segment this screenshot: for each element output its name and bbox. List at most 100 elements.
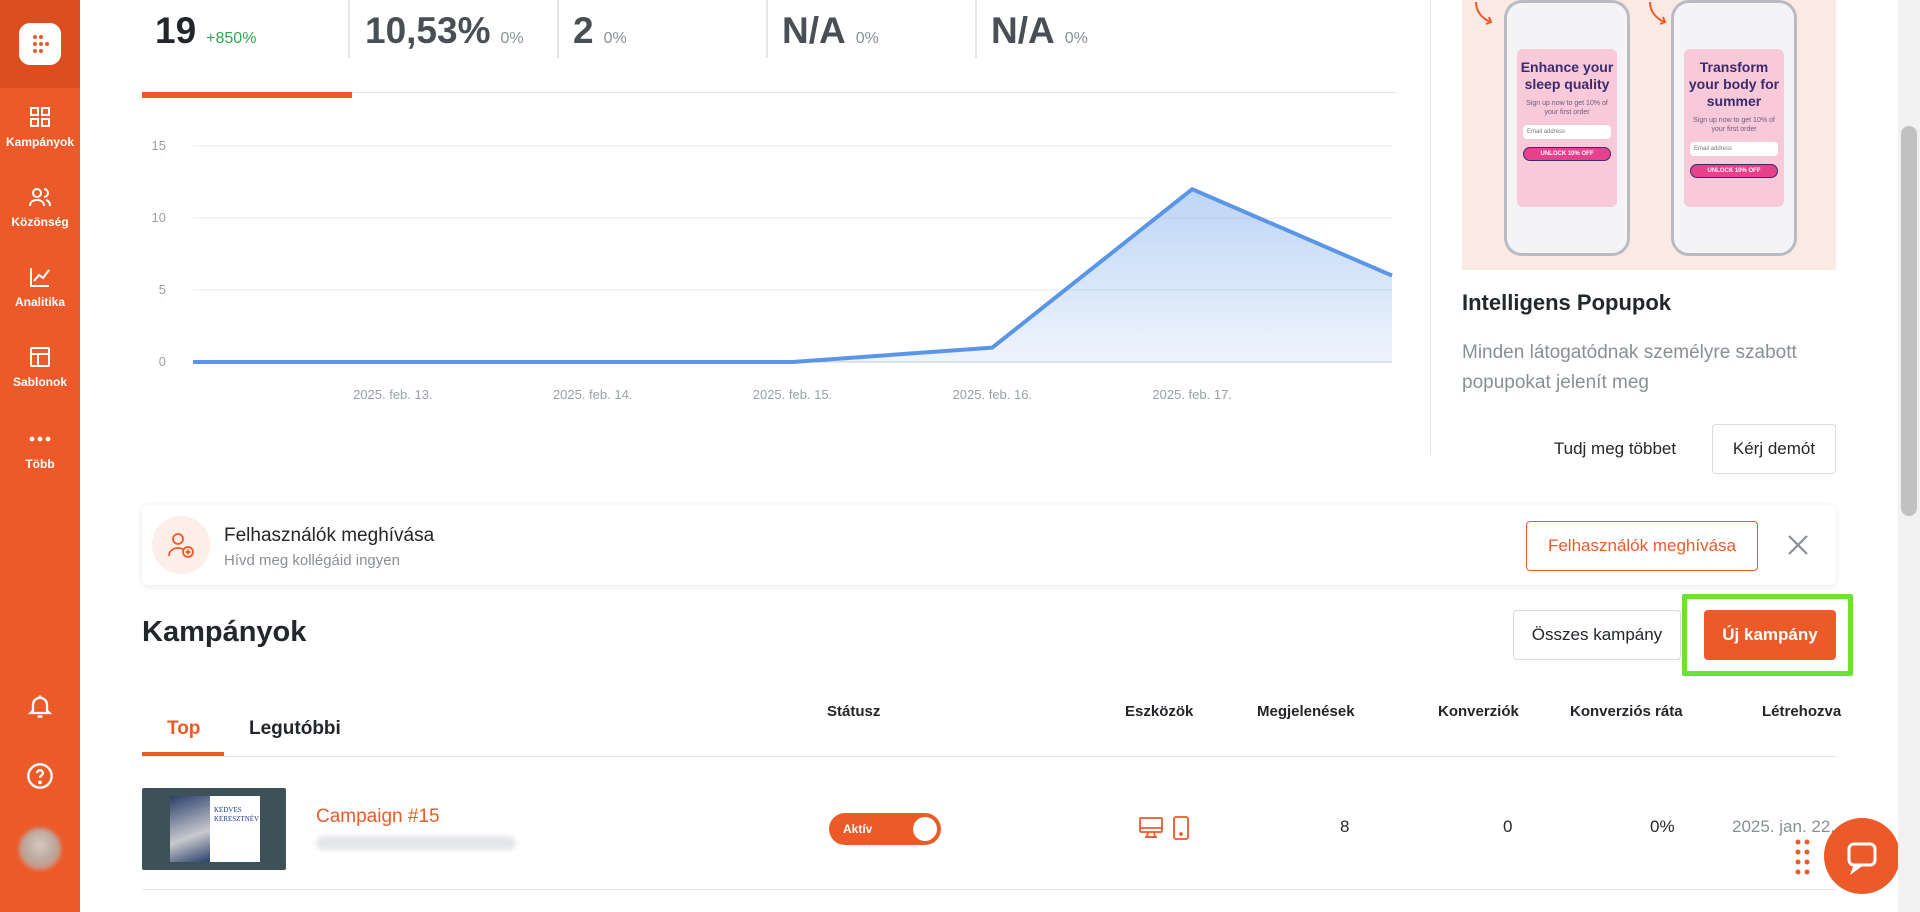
stat-impressions: 19 +850%: [155, 10, 256, 60]
phone-input: Email address: [1690, 142, 1778, 156]
request-demo-button[interactable]: Kérj demót: [1712, 424, 1836, 474]
column-header-devices[interactable]: Eszközök: [1125, 703, 1193, 720]
row-divider: [142, 889, 1836, 890]
bell-icon[interactable]: [26, 692, 54, 720]
stat-divider: [348, 0, 350, 58]
toggle-knob: [913, 817, 937, 841]
phone-screen: Transform your body for summer Sign up n…: [1684, 49, 1784, 207]
cell-created: 2025. jan. 22.: [1732, 817, 1836, 836]
series-area: [193, 189, 1392, 362]
sidebar-item-label: Sablonok: [12, 375, 67, 389]
x-tick-label: 2025. feb. 14.: [553, 387, 633, 402]
campaign-url-blurred: [316, 836, 516, 850]
thumbnail-preview: KEDVES KERESZTNÉV: [170, 796, 260, 862]
chat-button[interactable]: [1824, 818, 1900, 894]
phone-title: Enhance your sleep quality: [1520, 59, 1614, 92]
app-root: Kampányok Közönség Analitika Sablonok Tö…: [0, 0, 1920, 912]
promo-description: Minden látogatódnak személyre szabott po…: [1462, 342, 1797, 393]
y-tick-label: 10: [152, 210, 166, 225]
chart-icon: [30, 268, 50, 287]
column-header-created[interactable]: Létrehozva: [1762, 703, 1841, 720]
promo-phone-1: Enhance your sleep quality Sign up now t…: [1504, 0, 1630, 256]
stat-value: 2: [573, 10, 594, 51]
column-header-conversions[interactable]: Konverziók: [1438, 703, 1519, 720]
stat-conversions: 2 0%: [573, 10, 627, 60]
phone-subtitle: Sign up now to get 10% of your first ord…: [1526, 100, 1608, 116]
phone-button: UNLOCK 10% OFF: [1523, 147, 1611, 161]
help-icon[interactable]: [26, 762, 54, 790]
status-label: Aktív: [843, 822, 873, 836]
sidebar-item-label: Kampányok: [5, 135, 75, 149]
campaign-thumbnail[interactable]: KEDVES KERESZTNÉV: [142, 788, 286, 870]
phone-button: UNLOCK 10% OFF: [1690, 164, 1778, 178]
status-toggle[interactable]: Aktív: [829, 813, 941, 845]
line-chart: 0 5 10 15 2025. feb. 13. 2025. feb. 14. 2025. …: [152, 138, 1393, 402]
stat-value: N/A: [782, 10, 846, 51]
column-header-status[interactable]: Státusz: [827, 703, 880, 720]
sidebar-item-label: Analitika: [14, 295, 65, 309]
phone-screen: Enhance your sleep quality Sign up now t…: [1517, 49, 1617, 207]
cell-conversion-rate: 0%: [1650, 817, 1675, 836]
stat-divider: [975, 0, 977, 58]
stat-change: 0%: [1064, 30, 1088, 47]
close-icon[interactable]: [1784, 531, 1812, 559]
cell-impressions: 8: [1340, 817, 1350, 836]
invite-title: Felhasználók meghívása: [224, 525, 435, 546]
y-tick-label: 0: [159, 354, 166, 369]
stat-divider: [557, 0, 559, 58]
learn-more-button[interactable]: Tudj meg többet: [1540, 424, 1690, 474]
sidebar-item-kampanyok[interactable]: Kampányok: [0, 92, 80, 162]
x-tick-label: 2025. feb. 15.: [753, 387, 833, 402]
desktop-icon: [1139, 817, 1163, 838]
grid-icon: [30, 107, 50, 127]
sidebar-item-kozonseg[interactable]: Közönség: [0, 172, 80, 242]
stat-change: +850%: [206, 30, 257, 47]
campaigns-title: Kampányok: [142, 616, 307, 648]
sidebar-item-label: Több: [25, 457, 55, 471]
sidebar: Kampányok Közönség Analitika Sablonok Tö…: [0, 0, 80, 912]
stat-value: 19: [155, 10, 197, 51]
new-campaign-button[interactable]: Új kampány: [1704, 610, 1836, 660]
stat-divider: [766, 0, 768, 58]
invite-users-button[interactable]: Felhasználók meghívása: [1526, 521, 1758, 571]
column-divider: [1430, 0, 1431, 455]
column-header-conversion-rate[interactable]: Konverziós ráta: [1570, 703, 1683, 720]
sidebar-item-tobb[interactable]: Több: [0, 414, 80, 484]
x-tick-label: 2025. feb. 17.: [1152, 387, 1232, 402]
invite-subtitle: Hívd meg kollégáid ingyen: [224, 552, 400, 569]
phone-subtitle: Sign up now to get 10% of your first ord…: [1693, 117, 1775, 133]
logo-icon: [19, 23, 61, 65]
logo[interactable]: [0, 0, 80, 88]
drag-handle-icon[interactable]: [1794, 838, 1812, 878]
y-tick-label: 5: [159, 282, 166, 297]
stat-conversion-rate: 10,53% 0%: [365, 10, 524, 60]
add-user-icon: [152, 516, 210, 574]
all-campaigns-button[interactable]: Összes kampány: [1513, 610, 1681, 660]
stat-metric-5: N/A 0%: [991, 10, 1088, 60]
chat-icon: [1847, 842, 1877, 875]
arrow-icon: [1475, 1, 1493, 25]
mobile-icon: [1173, 816, 1189, 840]
campaign-name-link[interactable]: Campaign #15: [316, 806, 440, 828]
template-icon: [30, 347, 50, 367]
invite-banner: Felhasználók meghívása Hívd meg kollégái…: [142, 505, 1836, 585]
thumbnail-text: KEDVES KERESZTNÉV: [214, 806, 260, 823]
stat-metric-4: N/A 0%: [782, 10, 879, 60]
sidebar-item-sablonok[interactable]: Sablonok: [0, 332, 80, 402]
users-icon: [29, 188, 51, 207]
stat-change: 0%: [855, 30, 879, 47]
sidebar-item-analitika[interactable]: Analitika: [0, 252, 80, 322]
promo-image: Enhance your sleep quality Sign up now t…: [1462, 0, 1836, 270]
stats-tab-active-indicator: [142, 92, 352, 98]
tab-recent[interactable]: Legutóbbi: [249, 718, 341, 740]
column-header-impressions[interactable]: Megjelenések: [1257, 703, 1355, 720]
sidebar-item-label: Közönség: [11, 215, 69, 229]
avatar[interactable]: [19, 828, 61, 870]
tab-top[interactable]: Top: [167, 718, 200, 740]
x-tick-label: 2025. feb. 16.: [953, 387, 1033, 402]
stat-value: N/A: [991, 10, 1055, 51]
thumbnail-photo: [170, 796, 210, 862]
scrollbar-thumb[interactable]: [1901, 126, 1917, 516]
stat-change: 0%: [500, 30, 524, 47]
phone-input: Email address: [1523, 125, 1611, 139]
